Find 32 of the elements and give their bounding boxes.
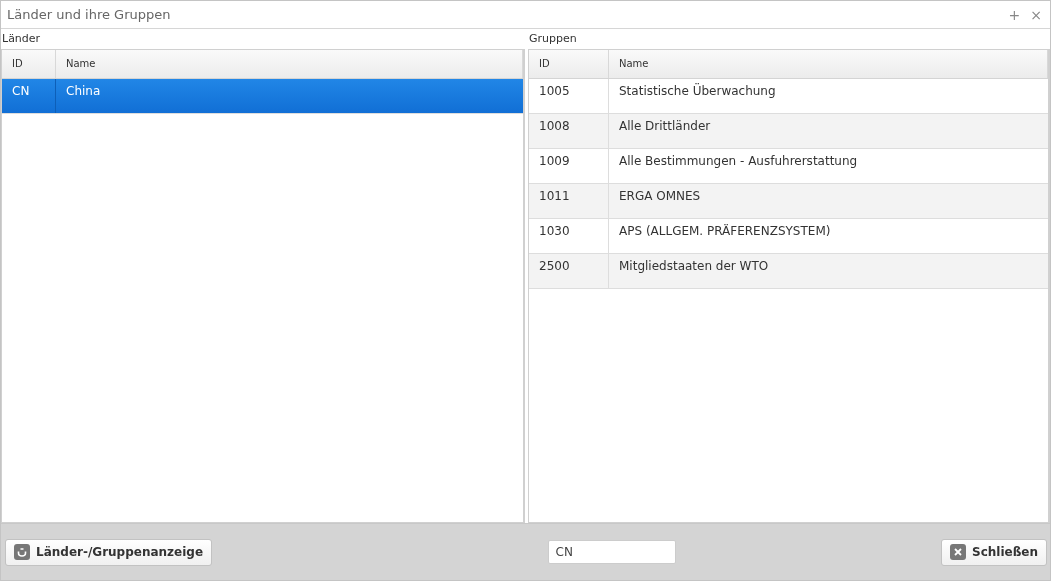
table-cell-text: Mitgliedstaaten der WTO — [618, 258, 770, 275]
table-cell-text: Alle Drittländer — [618, 118, 712, 135]
column-header[interactable]: ID — [529, 50, 609, 78]
table-cell: 1030 — [529, 219, 609, 253]
table-row[interactable]: 1008 Alle Drittländer — [529, 114, 1048, 149]
column-header[interactable]: Name — [609, 50, 1048, 78]
table-cell-text: Alle Bestimmungen - Ausfuhrerstattung — [618, 153, 859, 170]
table-cell: 1009 — [529, 149, 609, 183]
table-cell: 1005 — [529, 79, 609, 113]
table-cell: CN — [2, 79, 56, 113]
table-cell: 1011 — [529, 184, 609, 218]
window-control[interactable]: × — [1026, 6, 1046, 23]
toggle-button[interactable]: Länder-/Gruppenanzeige — [5, 538, 213, 566]
window-control[interactable]: + — [1004, 6, 1025, 23]
table-row[interactable]: 1011 ERGA OMNES — [529, 184, 1048, 219]
table-cell-text: China — [65, 83, 102, 100]
filter-field[interactable]: CN — [547, 540, 676, 564]
table-cell: 2500 — [529, 254, 609, 288]
table-cell-text: APS (ALLGEM. PRÄFERENZSYSTEM) — [618, 223, 832, 240]
close-icon — [950, 544, 966, 560]
column-header[interactable]: Name — [56, 50, 523, 78]
window-title: Länder und ihre Gruppen — [7, 7, 171, 22]
table-cell: 1008 — [529, 114, 609, 148]
column-header[interactable]: ID — [2, 50, 56, 78]
panel-title: Länder — [1, 31, 42, 47]
table-row[interactable]: 2500 Mitgliedstaaten der WTO — [529, 254, 1048, 289]
panel-title: Gruppen — [528, 31, 578, 47]
close-button[interactable]: Schließen — [941, 538, 1047, 566]
table-row[interactable]: CN China — [2, 79, 523, 114]
table-cell-text: Statistische Überwachung — [618, 82, 777, 100]
refresh-icon — [14, 544, 30, 560]
table-cell-text: ERGA OMNES — [618, 188, 702, 205]
